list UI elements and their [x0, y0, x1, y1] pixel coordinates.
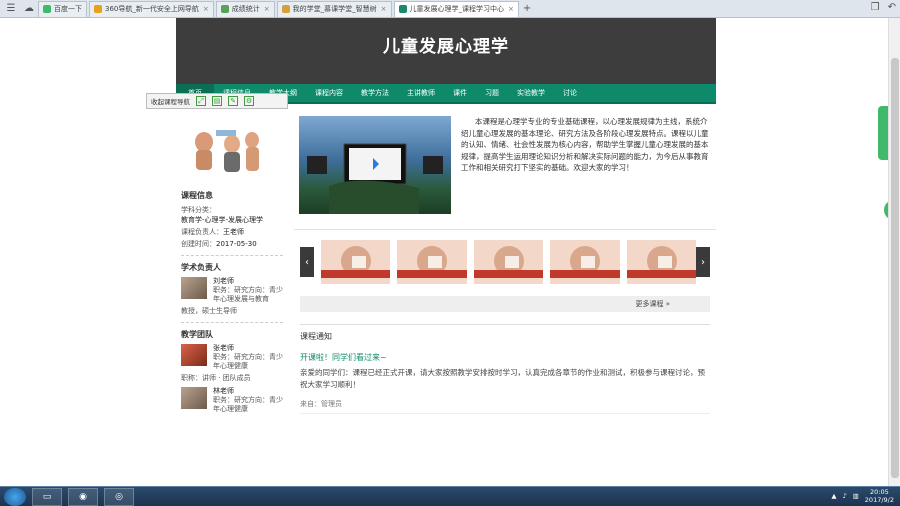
course-info-line: 学科分类： 教育学-心理学-发展心理学	[181, 206, 264, 224]
nav-item-discussion[interactable]: 讨论	[554, 88, 586, 98]
avatar	[181, 277, 207, 299]
avatar	[181, 387, 207, 409]
course-info-heading: 课程信息	[181, 191, 213, 200]
notice-from: 来自：管理员	[300, 399, 710, 414]
browser-tab-3[interactable]: 成绩统计 ×	[215, 0, 275, 17]
course-info-line: 创建时间：2017-05-30	[181, 240, 257, 248]
network-icon[interactable]: ▥	[853, 492, 859, 500]
nav-item-exercises[interactable]: 习题	[476, 88, 508, 98]
course-notice: 课程通知 开课啦！同学们看过来~ 亲爱的同学们：课程已经正式开课，请大家按照教学…	[300, 324, 710, 414]
page-scrollbar[interactable]	[888, 18, 900, 486]
document-icon[interactable]: ▤	[212, 96, 222, 106]
browser-tab-2[interactable]: 360导航_新一代安全上网导航 ×	[89, 0, 214, 17]
browser-tab-4[interactable]: 我的学堂_慕课学堂_智慧树 ×	[276, 0, 392, 17]
course-cover-image	[186, 120, 264, 184]
close-icon[interactable]: ×	[203, 5, 209, 13]
academic-leader-heading: 学术负责人	[181, 263, 221, 272]
notice-title-link[interactable]: 开课啦！同学们看过来~	[300, 352, 710, 363]
course-intro: 本课程是心理学专业的专业基础课程，以心理发展规律为主线，系统介绍儿童心理发展的基…	[294, 106, 716, 230]
avatar	[181, 344, 207, 366]
carousel-thumb[interactable]	[626, 240, 697, 284]
carousel-thumb[interactable]	[550, 240, 620, 284]
nav-item-content[interactable]: 课程内容	[306, 88, 352, 98]
carousel-thumb[interactable]	[397, 240, 467, 284]
team-member-text: 张老师 职务：研究方向：青少年心理健康	[213, 344, 283, 370]
windows-taskbar: ▭ ◉ ◎ ▲ ♪ ▥ 20:05 2017/9/2	[0, 486, 900, 506]
left-sidebar: 课程信息 学科分类： 教育学-心理学-发展心理学 课程负责人：王老师 创建时间：2…	[176, 106, 288, 486]
tab-favicon	[220, 5, 229, 13]
divider	[181, 322, 283, 323]
close-icon[interactable]: ×	[264, 5, 270, 13]
settings-icon[interactable]: ⚙	[244, 96, 254, 106]
nav-item-lab[interactable]: 实验教学	[508, 88, 554, 98]
taskbar-explorer[interactable]: ▭	[32, 487, 62, 506]
site-header: 儿童发展心理学	[176, 18, 716, 84]
leader-card[interactable]: 刘老师 职务：研究方向：青少年心理发展与教育	[181, 277, 288, 304]
carousel-thumb[interactable]	[321, 240, 391, 284]
team-member-text: 林老师 职务：研究方向：青少年心理健康	[213, 387, 283, 413]
undo-icon[interactable]: ↶	[888, 2, 896, 13]
chevron-right-icon[interactable]: ›	[696, 247, 711, 277]
toolbar-collapse-label[interactable]: 收起课程导航	[151, 96, 190, 106]
intro-text: 本课程是心理学专业的专业基础课程，以心理发展规律为主线，系统介绍儿童心理发展的基…	[461, 117, 709, 172]
tab-label: 百度一下	[54, 5, 82, 13]
course-float-toolbar: 收起课程导航 ⤢ ▤ ✎ ⚙	[146, 93, 288, 109]
notice-body: 亲爱的同学们：课程已经正式开课，请大家按照教学安排按时学习，认真完成各章节的作业…	[300, 368, 705, 389]
teaching-team-heading: 教学团队	[181, 330, 213, 339]
start-button[interactable]	[4, 487, 26, 506]
tray-icon[interactable]: ▲	[831, 492, 836, 500]
more-courses-bar: 更多课程 »	[300, 296, 710, 312]
leader-text: 刘老师 职务：研究方向：青少年心理发展与教育	[213, 277, 283, 303]
taskbar-app[interactable]: ◎	[104, 487, 134, 506]
team-note: 职称：讲师 · 团队成员	[181, 374, 251, 382]
site-title: 儿童发展心理学	[383, 36, 509, 57]
clock[interactable]: 20:05 2017/9/2	[865, 488, 894, 504]
notice-heading: 课程通知	[300, 332, 332, 341]
leader-note: 教授，硕士生导师	[181, 307, 237, 315]
course-info-line: 课程负责人：王老师	[181, 228, 244, 236]
system-tray: ▲ ♪ ▥ 20:05 2017/9/2	[831, 488, 894, 504]
volume-icon[interactable]: ♪	[842, 492, 846, 500]
tab-favicon	[43, 5, 51, 13]
tab-label: 我的学堂_慕课学堂_智慧树	[292, 5, 377, 13]
course-site: 儿童发展心理学 首页 课程信息 教学大纲 课程内容 教学方法 主讲教师 课件 习…	[176, 18, 716, 486]
tab-label: 成绩统计	[231, 5, 260, 13]
main-content: 本课程是心理学专业的专业基础课程，以心理发展规律为主线，系统介绍儿童心理发展的基…	[294, 106, 716, 486]
sidebar-toggle-icon[interactable]: ☰	[4, 2, 18, 16]
divider	[181, 255, 283, 256]
team-member-card[interactable]: 张老师 职务：研究方向：青少年心理健康	[181, 344, 288, 371]
scroll-thumb[interactable]	[891, 58, 899, 478]
tab-favicon	[398, 5, 407, 13]
more-courses-link[interactable]: 更多课程 »	[635, 299, 670, 309]
nav-item-teacher[interactable]: 主讲教师	[398, 88, 444, 98]
team-member-card[interactable]: 林老师 职务：研究方向：青少年心理健康	[181, 387, 288, 414]
cloud-icon[interactable]: ☁	[22, 2, 36, 16]
new-tab-button[interactable]: +	[523, 3, 531, 14]
intro-video[interactable]	[299, 116, 451, 214]
tab-favicon	[94, 5, 102, 13]
close-icon[interactable]: ×	[381, 5, 387, 13]
browser-tab-5[interactable]: 儿童发展心理学_课程学习中心 ×	[393, 0, 519, 17]
fullscreen-icon[interactable]: ⤢	[196, 96, 206, 106]
video-carousel: ‹ ›	[294, 236, 716, 288]
close-icon[interactable]: ×	[508, 5, 514, 13]
tab-label: 360导航_新一代安全上网导航	[105, 5, 199, 13]
browser-tab-bar: ☰ ☁ 百度一下 360导航_新一代安全上网导航 × 成绩统计 × 我的学堂_慕课学…	[0, 0, 900, 18]
taskbar-browser[interactable]: ◉	[68, 487, 98, 506]
tab-favicon	[281, 5, 290, 13]
browser-window-controls: ❐ ↶	[871, 2, 896, 13]
restore-icon[interactable]: ❐	[871, 2, 880, 13]
carousel-thumb[interactable]	[473, 240, 544, 284]
edit-icon[interactable]: ✎	[228, 96, 238, 106]
nav-item-slides[interactable]: 课件	[444, 88, 476, 98]
tab-label: 儿童发展心理学_课程学习中心	[409, 5, 505, 13]
browser-tab-1[interactable]: 百度一下	[38, 0, 87, 17]
nav-item-method[interactable]: 教学方法	[352, 88, 398, 98]
chevron-left-icon[interactable]: ‹	[300, 247, 314, 277]
